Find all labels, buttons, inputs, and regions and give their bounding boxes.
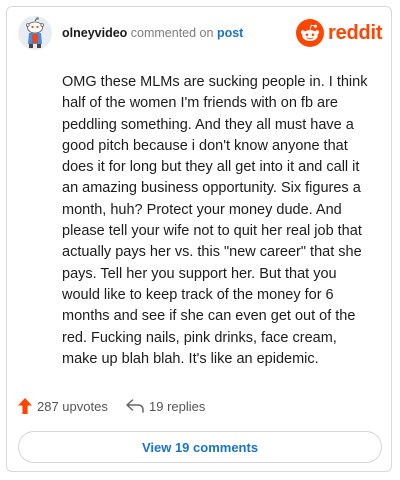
post-link[interactable]: post bbox=[217, 26, 243, 40]
reply-arrow-icon bbox=[126, 399, 144, 413]
reddit-brand[interactable]: reddit bbox=[296, 18, 383, 48]
byline-action-text: commented on bbox=[127, 26, 217, 40]
comment-header: olneyvideo commented on post reddit bbox=[18, 16, 384, 52]
reddit-logo-icon bbox=[296, 19, 324, 47]
reply-count: 19 replies bbox=[149, 398, 206, 414]
comment-footer: 287 upvotes 19 replies bbox=[18, 394, 378, 418]
comment-body: OMG these MLMs are sucking people in. I … bbox=[62, 74, 368, 367]
snoo-avatar-icon[interactable] bbox=[18, 16, 52, 50]
reddit-wordmark: reddit bbox=[328, 22, 383, 44]
comment-byline: olneyvideo commented on post bbox=[62, 26, 243, 40]
upvote-button[interactable]: 287 upvotes bbox=[18, 394, 108, 418]
username-link[interactable]: olneyvideo bbox=[62, 26, 127, 40]
upvote-count: 287 upvotes bbox=[37, 398, 108, 414]
upvote-arrow-icon bbox=[18, 398, 32, 414]
replies-button[interactable]: 19 replies bbox=[126, 394, 205, 418]
view-comments-button[interactable]: View 19 comments bbox=[18, 431, 382, 463]
